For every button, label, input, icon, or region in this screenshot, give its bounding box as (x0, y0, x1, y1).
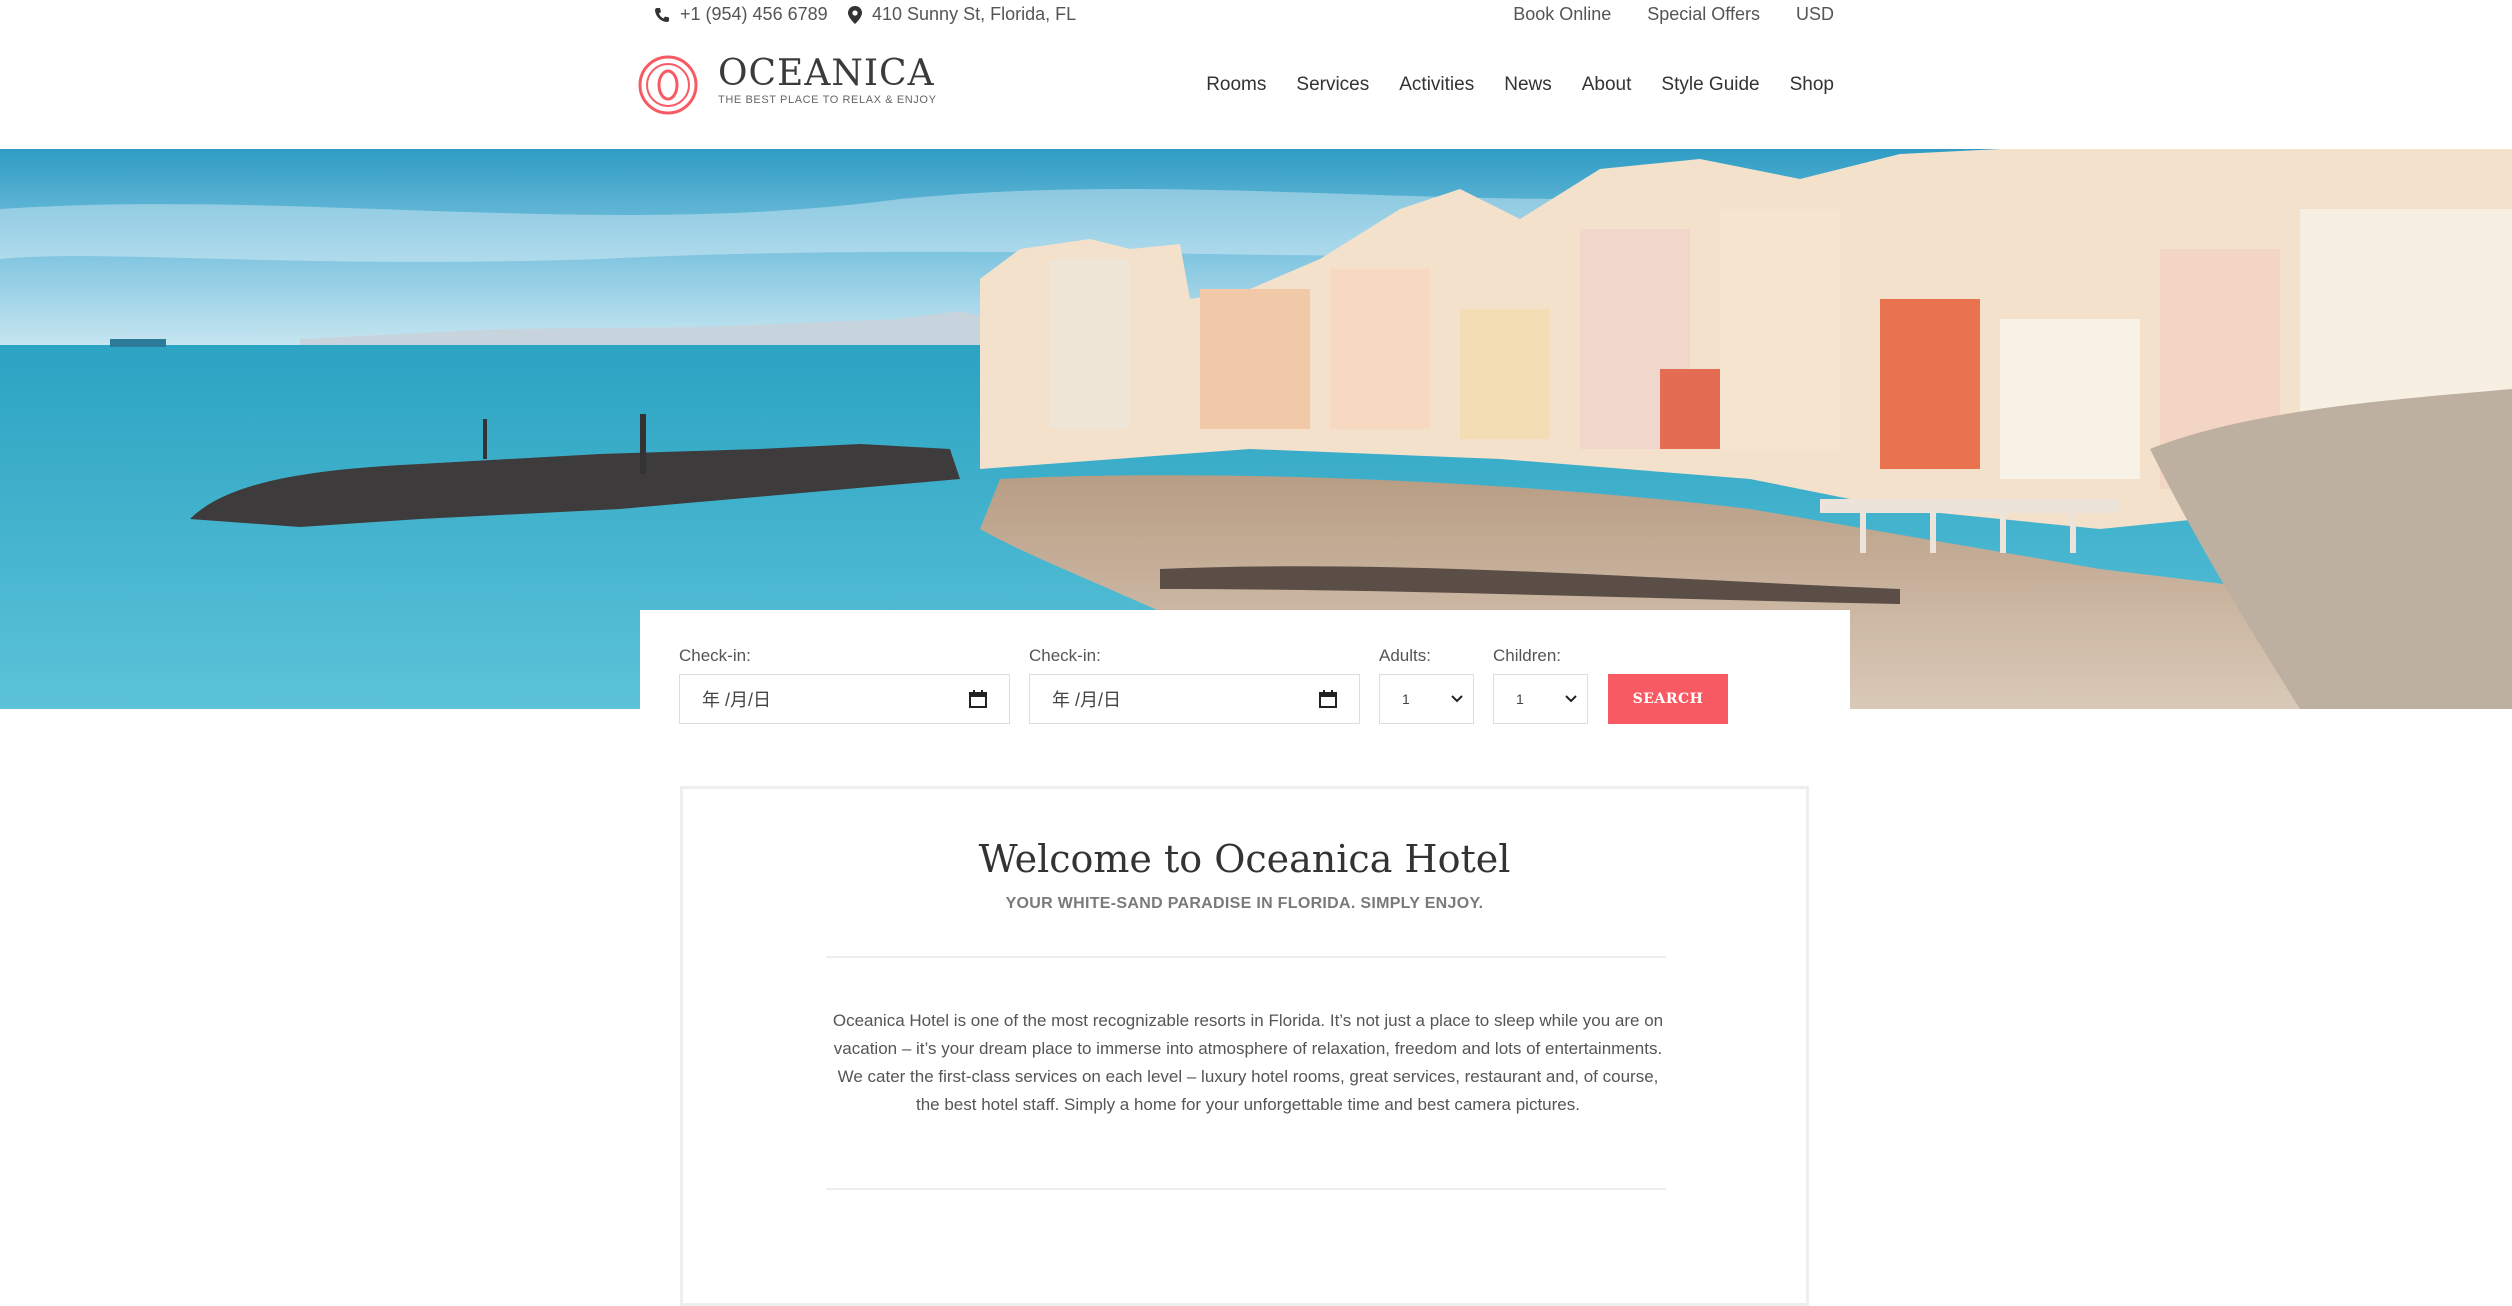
checkin-label: Check-in: (679, 646, 751, 665)
top-bar: +1 (954) 456 6789 410 Sunny St, Florida,… (0, 0, 2512, 32)
booking-form: Check-in: 年 /月/日 Check-in: 年 /月/日 Adults… (640, 610, 1850, 760)
children-select[interactable]: 1 (1493, 674, 1588, 724)
currency-selector[interactable]: USD (1796, 4, 1834, 25)
brand-name: OCEANICA (718, 53, 935, 94)
address-text: 410 Sunny St, Florida, FL (872, 4, 1077, 24)
phone-contact[interactable]: +1 (954) 456 6789 (654, 4, 828, 25)
chevron-down-icon (1565, 695, 1577, 703)
calendar-icon[interactable] (969, 690, 987, 708)
phone-number: +1 (954) 456 6789 (680, 4, 828, 24)
welcome-title: Welcome to Oceanica Hotel (978, 837, 1511, 881)
topbar-links: Book Online Special Offers USD (1513, 4, 1834, 25)
welcome-body: Oceanica Hotel is one of the most recogn… (832, 1011, 1664, 1114)
map-pin-icon (848, 5, 862, 24)
nav-item-about[interactable]: About (1582, 74, 1632, 96)
brand-tagline: THE BEST PLACE TO RELAX & ENJOY (718, 94, 937, 106)
children-label: Children: (1493, 646, 1562, 665)
checkin-date-placeholder: 年 /月/日 (702, 690, 772, 710)
checkout-date-input[interactable]: 年 /月/日 (1029, 674, 1360, 724)
nav-item-style-guide[interactable]: Style Guide (1661, 74, 1759, 96)
main-nav: Rooms Services Activities News About Sty… (1206, 74, 1834, 96)
site-header: OCEANICA THE BEST PLACE TO RELAX & ENJOY… (0, 40, 2512, 148)
logo-icon[interactable] (638, 55, 698, 115)
divider (826, 956, 1666, 958)
address-contact: 410 Sunny St, Florida, FL (848, 4, 1076, 25)
special-offers-link[interactable]: Special Offers (1647, 4, 1760, 25)
nav-item-shop[interactable]: Shop (1790, 74, 1834, 96)
search-button[interactable]: SEARCH (1608, 674, 1728, 724)
book-online-link[interactable]: Book Online (1513, 4, 1611, 25)
calendar-icon[interactable] (1319, 690, 1337, 708)
checkout-label: Check-in: (1029, 646, 1101, 665)
adults-label: Adults: (1379, 646, 1431, 665)
nav-item-news[interactable]: News (1504, 74, 1552, 96)
welcome-subtitle: YOUR WHITE-SAND PARADISE IN FLORIDA. SIM… (1005, 895, 1484, 912)
checkout-date-placeholder: 年 /月/日 (1052, 690, 1122, 710)
phone-icon (655, 7, 669, 22)
children-value: 1 (1516, 691, 1524, 707)
logo[interactable]: OCEANICA THE BEST PLACE TO RELAX & ENJOY (718, 53, 937, 107)
chevron-down-icon (1451, 695, 1463, 703)
welcome-card: Welcome to Oceanica Hotel YOUR WHITE-SAN… (680, 786, 1809, 1306)
divider (826, 1188, 1666, 1190)
nav-item-rooms[interactable]: Rooms (1206, 74, 1266, 96)
adults-select[interactable]: 1 (1379, 674, 1474, 724)
adults-value: 1 (1402, 691, 1410, 707)
nav-item-services[interactable]: Services (1296, 74, 1369, 96)
checkin-date-input[interactable]: 年 /月/日 (679, 674, 1010, 724)
nav-item-activities[interactable]: Activities (1399, 74, 1474, 96)
